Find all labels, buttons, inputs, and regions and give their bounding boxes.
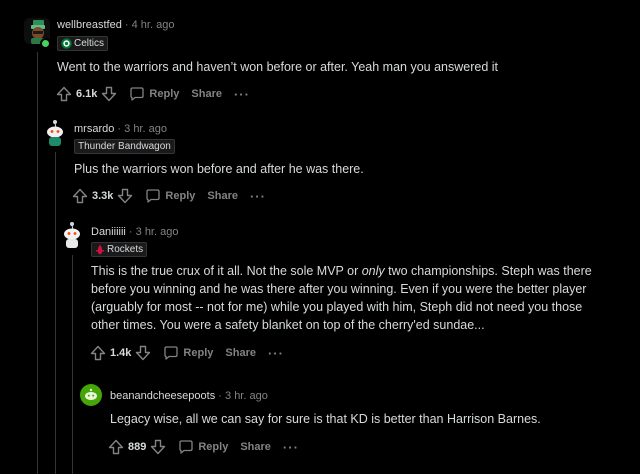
comment-icon (178, 439, 194, 455)
share-label: Share (240, 441, 271, 453)
snoo-avatar-icon (64, 222, 80, 248)
timestamp[interactable]: 3 hr. ago (124, 123, 167, 135)
comment-icon (129, 86, 145, 102)
timestamp[interactable]: 4 hr. ago (132, 19, 175, 31)
separator-dot: · (117, 123, 122, 135)
vote-control: 3.3k (72, 188, 133, 204)
timestamp[interactable]: 3 hr. ago (136, 226, 179, 238)
comment-body-part: This is the true crux of it all. Not the… (91, 264, 362, 278)
celtics-logo-icon (61, 38, 72, 49)
user-flair: Celtics (57, 36, 109, 51)
reply-button[interactable]: Reply (178, 439, 228, 455)
vote-score: 889 (128, 441, 147, 453)
reply-label: Reply (183, 347, 214, 359)
thread-line-level-1[interactable] (55, 152, 56, 474)
rockets-logo-icon (95, 244, 105, 255)
comment-icon (163, 345, 179, 361)
comment-actions: 6.1k Reply Share ··· (56, 86, 250, 102)
avatar[interactable] (59, 221, 85, 249)
comment-actions: 889 Reply Share ··· (108, 439, 299, 455)
comment-actions: 1.4k Reply Share ··· (90, 345, 284, 361)
more-icon[interactable]: ··· (234, 87, 250, 102)
upvote-icon[interactable] (108, 439, 124, 455)
downvote-icon[interactable] (101, 86, 117, 102)
separator-dot: · (128, 226, 133, 238)
vote-score: 3.3k (92, 190, 114, 202)
flair-label: Thunder Bandwagon (78, 141, 171, 152)
separator-dot: · (124, 19, 129, 31)
more-icon[interactable]: ··· (268, 346, 284, 361)
share-button[interactable]: Share (240, 441, 271, 453)
reply-label: Reply (149, 88, 180, 100)
snoo-avatar-icon (47, 120, 63, 146)
comment-meta: wellbreastfed · 4 hr. ago (57, 19, 174, 31)
downvote-icon[interactable] (117, 188, 133, 204)
more-icon[interactable]: ··· (250, 189, 266, 204)
share-label: Share (207, 190, 238, 202)
share-button[interactable]: Share (207, 190, 238, 202)
vote-control: 889 (108, 439, 166, 455)
comment-body: This is the true crux of it all. Not the… (91, 262, 611, 334)
reply-button[interactable]: Reply (145, 188, 195, 204)
thread-line-level-0[interactable] (37, 52, 38, 474)
username-link[interactable]: beanandcheesepoots (110, 390, 215, 402)
comment-body: Plus the warriors won before and after h… (74, 162, 364, 176)
comment-meta: beanandcheesepoots · 3 hr. ago (110, 390, 268, 402)
share-label: Share (191, 88, 222, 100)
avatar[interactable] (80, 384, 102, 406)
separator-dot: · (218, 390, 222, 402)
username-link[interactable]: wellbreastfed (57, 19, 122, 31)
username-link[interactable]: Daniiiiii (91, 226, 126, 238)
comment-icon (145, 188, 161, 204)
downvote-icon[interactable] (135, 345, 151, 361)
downvote-icon[interactable] (150, 439, 166, 455)
reply-button[interactable]: Reply (163, 345, 213, 361)
avatar[interactable] (42, 119, 68, 147)
comment-body-emphasis: only (361, 264, 385, 278)
reply-label: Reply (165, 190, 196, 202)
upvote-icon[interactable] (72, 188, 88, 204)
comment-body: Went to the warriors and haven’t won bef… (57, 60, 499, 74)
flair-label: Rockets (107, 244, 144, 255)
vote-control: 6.1k (56, 86, 117, 102)
share-button[interactable]: Share (225, 347, 256, 359)
user-flair: Rockets (91, 242, 148, 257)
comment-body: Legacy wise, all we can say for sure is … (110, 412, 541, 426)
reply-button[interactable]: Reply (129, 86, 179, 102)
default-avatar-icon (85, 388, 97, 400)
reply-label: Reply (198, 441, 229, 453)
thread-line-level-2[interactable] (72, 255, 73, 474)
vote-score: 1.4k (110, 347, 132, 359)
timestamp[interactable]: 3 hr. ago (225, 390, 268, 402)
comment-meta: mrsardo · 3 hr. ago (74, 123, 167, 135)
upvote-icon[interactable] (90, 345, 106, 361)
comment-actions: 3.3k Reply Share ··· (72, 188, 266, 204)
vote-score: 6.1k (76, 88, 98, 100)
flair-label: Celtics (74, 38, 105, 49)
comment-meta: Daniiiiii · 3 hr. ago (91, 226, 178, 238)
upvote-icon[interactable] (56, 86, 72, 102)
online-status-icon (40, 38, 51, 49)
share-button[interactable]: Share (191, 88, 222, 100)
vote-control: 1.4k (90, 345, 151, 361)
user-flair: Thunder Bandwagon (74, 139, 175, 154)
more-icon[interactable]: ··· (283, 440, 299, 455)
username-link[interactable]: mrsardo (74, 123, 114, 135)
share-label: Share (225, 347, 256, 359)
